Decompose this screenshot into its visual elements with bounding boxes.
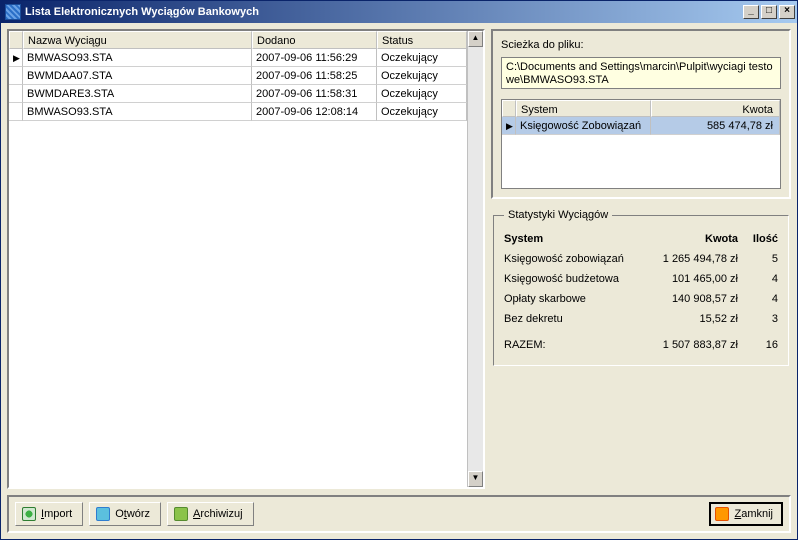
table-row[interactable]: ▶ Księgowość Zobowiązań 585 474,78 zł xyxy=(502,117,780,135)
stats-row: Księgowość zobowiązań 1 265 494,78 zł 5 xyxy=(504,249,778,269)
col-header-amount[interactable]: Kwota xyxy=(651,100,780,117)
scroll-track[interactable] xyxy=(468,47,483,471)
row-marker-icon: ▶ xyxy=(9,49,23,67)
window: Lista Elektronicznych Wyciągów Bankowych… xyxy=(0,0,798,540)
statements-grid-header: Nazwa Wyciągu Dodano Status xyxy=(9,31,467,49)
cell-status: Oczekujący xyxy=(377,103,467,121)
statements-grid[interactable]: Nazwa Wyciągu Dodano Status ▶ BMWASO93.S… xyxy=(9,31,467,487)
col-header-name[interactable]: Nazwa Wyciągu xyxy=(23,31,252,49)
row-marker xyxy=(9,103,23,121)
stats-panel: Statystyki Wyciągów System Kwota Ilość K… xyxy=(493,209,789,366)
stats-count: 4 xyxy=(738,293,778,305)
col-header-added[interactable]: Dodano xyxy=(252,31,377,49)
stats-title: Statystyki Wyciągów xyxy=(504,209,612,221)
stats-total-label: RAZEM: xyxy=(504,339,638,351)
row-marker-header xyxy=(9,31,23,49)
stats-header-row: System Kwota Ilość xyxy=(504,229,778,249)
cell-system: Księgowość Zobowiązań xyxy=(516,117,651,135)
titlebar: Lista Elektronicznych Wyciągów Bankowych… xyxy=(1,1,797,23)
maximize-button[interactable]: □ xyxy=(761,5,777,19)
stats-amount: 101 465,00 zł xyxy=(638,273,738,285)
stats-system: Bez dekretu xyxy=(504,313,638,325)
import-icon xyxy=(22,507,36,521)
scroll-down-icon[interactable]: ▼ xyxy=(468,471,483,487)
file-path-panel: Scieżka do pliku: C:\Documents and Setti… xyxy=(491,29,791,199)
right-panel: Scieżka do pliku: C:\Documents and Setti… xyxy=(491,29,791,489)
archive-button[interactable]: Archiwizuj xyxy=(167,502,254,526)
statements-grid-body: ▶ BMWASO93.STA 2007-09-06 11:56:29 Oczek… xyxy=(9,49,467,487)
stats-row: Bez dekretu 15,52 zł 3 xyxy=(504,309,778,329)
stats-header-system: System xyxy=(504,233,638,245)
cell-name: BMWASO93.STA xyxy=(23,103,252,121)
open-icon xyxy=(96,507,110,521)
stats-header-count: Ilość xyxy=(738,233,778,245)
cell-status: Oczekujący xyxy=(377,67,467,85)
table-row[interactable]: BWMDARE3.STA 2007-09-06 11:58:31 Oczekuj… xyxy=(9,85,467,103)
row-marker-icon: ▶ xyxy=(502,117,516,135)
bottom-toolbar: Import Otwórz Archiwizuj Zamknij xyxy=(7,495,791,533)
cell-status: Oczekujący xyxy=(377,49,467,67)
table-row[interactable]: ▶ BMWASO93.STA 2007-09-06 11:56:29 Oczek… xyxy=(9,49,467,67)
minimize-button[interactable]: _ xyxy=(743,5,759,19)
open-label: Otwórz xyxy=(115,508,150,520)
vertical-scrollbar[interactable]: ▲ ▼ xyxy=(467,31,483,487)
window-buttons: _ □ × xyxy=(743,5,795,19)
stats-total-row: RAZEM: 1 507 883,87 zł 16 xyxy=(504,329,778,355)
stats-header-amount: Kwota xyxy=(638,233,738,245)
archive-label: Archiwizuj xyxy=(193,508,243,520)
close-label: Zamknij xyxy=(734,508,773,520)
stats-row: Księgowość budżetowa 101 465,00 zł 4 xyxy=(504,269,778,289)
stats-total-amount: 1 507 883,87 zł xyxy=(638,339,738,351)
import-button[interactable]: Import xyxy=(15,502,83,526)
cell-added: 2007-09-06 11:58:25 xyxy=(252,67,377,85)
import-label: Import xyxy=(41,508,72,520)
stats-system: Księgowość budżetowa xyxy=(504,273,638,285)
stats-system: Księgowość zobowiązań xyxy=(504,253,638,265)
cell-added: 2007-09-06 12:08:14 xyxy=(252,103,377,121)
close-window-button[interactable]: × xyxy=(779,5,795,19)
cell-name: BWMDARE3.STA xyxy=(23,85,252,103)
statements-panel: Nazwa Wyciągu Dodano Status ▶ BMWASO93.S… xyxy=(7,29,485,489)
cell-name: BMWASO93.STA xyxy=(23,49,252,67)
stats-row: Opłaty skarbowe 140 908,57 zł 4 xyxy=(504,289,778,309)
row-marker-header xyxy=(502,100,516,117)
col-header-status[interactable]: Status xyxy=(377,31,467,49)
close-icon xyxy=(715,507,729,521)
close-button[interactable]: Zamknij xyxy=(709,502,783,526)
archive-icon xyxy=(174,507,188,521)
cell-amount: 585 474,78 zł xyxy=(651,117,780,135)
stats-count: 4 xyxy=(738,273,778,285)
window-title: Lista Elektronicznych Wyciągów Bankowych xyxy=(25,6,743,18)
top-area: Nazwa Wyciągu Dodano Status ▶ BMWASO93.S… xyxy=(7,29,791,489)
table-row[interactable]: BWMDAA07.STA 2007-09-06 11:58:25 Oczekuj… xyxy=(9,67,467,85)
stats-amount: 1 265 494,78 zł xyxy=(638,253,738,265)
row-marker xyxy=(9,67,23,85)
col-header-system[interactable]: System xyxy=(516,100,651,117)
cell-added: 2007-09-06 11:58:31 xyxy=(252,85,377,103)
systems-grid-header: System Kwota xyxy=(502,100,780,117)
stats-count: 5 xyxy=(738,253,778,265)
open-button[interactable]: Otwórz xyxy=(89,502,161,526)
stats-count: 3 xyxy=(738,313,778,325)
client-area: Nazwa Wyciągu Dodano Status ▶ BMWASO93.S… xyxy=(1,23,797,539)
row-marker xyxy=(9,85,23,103)
scroll-up-icon[interactable]: ▲ xyxy=(468,31,483,47)
app-icon xyxy=(5,4,21,20)
stats-amount: 140 908,57 zł xyxy=(638,293,738,305)
cell-name: BWMDAA07.STA xyxy=(23,67,252,85)
table-row[interactable]: BMWASO93.STA 2007-09-06 12:08:14 Oczekuj… xyxy=(9,103,467,121)
stats-amount: 15,52 zł xyxy=(638,313,738,325)
file-path-value: C:\Documents and Settings\marcin\Pulpit\… xyxy=(501,57,781,89)
systems-grid[interactable]: System Kwota ▶ Księgowość Zobowiązań 585… xyxy=(501,99,781,189)
file-path-label: Scieżka do pliku: xyxy=(501,39,781,51)
stats-total-count: 16 xyxy=(738,339,778,351)
stats-system: Opłaty skarbowe xyxy=(504,293,638,305)
cell-status: Oczekujący xyxy=(377,85,467,103)
cell-added: 2007-09-06 11:56:29 xyxy=(252,49,377,67)
